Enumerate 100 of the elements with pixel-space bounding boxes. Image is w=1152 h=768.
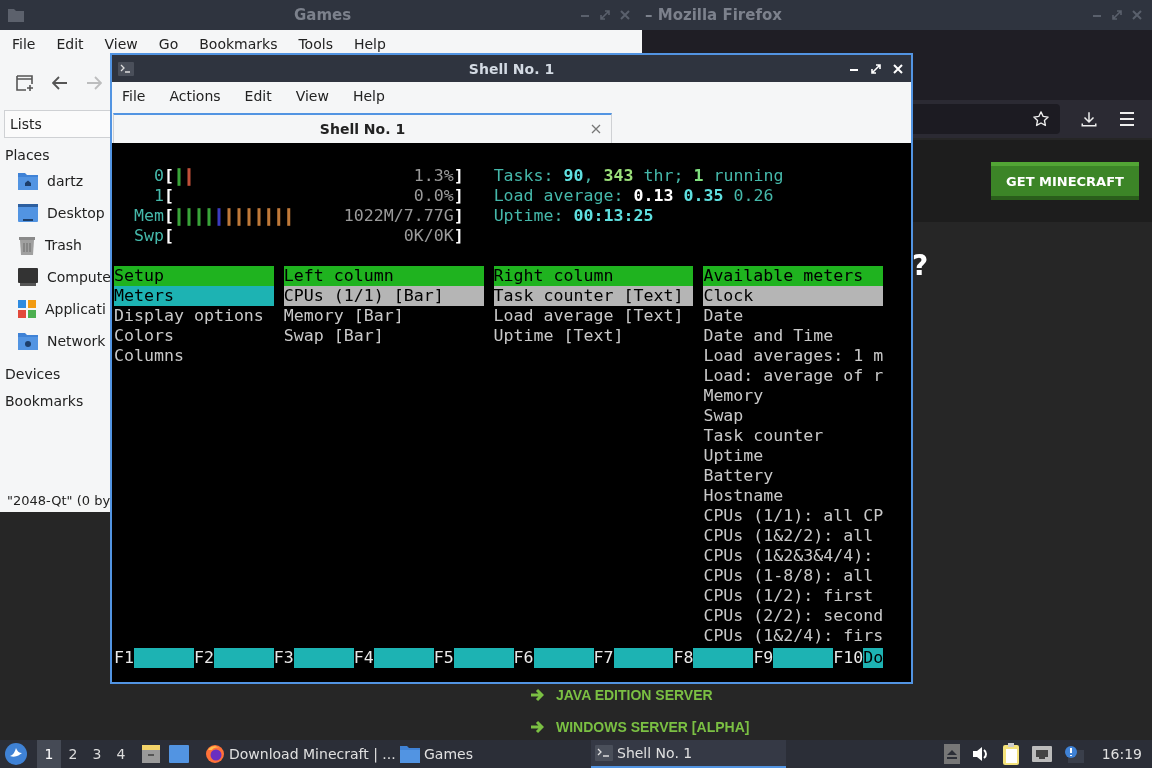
list-item[interactable]: Task counter <box>703 426 884 446</box>
file-cabinet-icon[interactable] <box>141 744 161 764</box>
menu-item[interactable]: Edit <box>56 36 95 52</box>
desktop-folder-icon <box>18 204 38 222</box>
list-item[interactable]: CPUs (1/2): first <box>703 586 884 606</box>
list-item[interactable]: Meters <box>114 286 274 306</box>
workspace-button[interactable]: 2 <box>61 740 85 768</box>
taskbar-task[interactable]: Download Minecraft | ... <box>201 740 396 768</box>
list-item[interactable]: Display options <box>114 306 274 326</box>
home-folder-icon <box>18 172 38 190</box>
place-item[interactable]: Desktop <box>47 205 105 221</box>
list-item[interactable]: CPUs (1/1) [Bar] <box>283 286 484 306</box>
list-item[interactable]: Hostname <box>703 486 884 506</box>
section-header[interactable]: Places <box>5 145 110 165</box>
clock: 16:19 <box>1101 746 1142 762</box>
list-item[interactable]: Uptime [Text] <box>493 326 694 346</box>
status-line: Uptime: 00:13:25 <box>493 206 655 226</box>
list-item[interactable]: Memory <box>703 386 884 406</box>
start-menu-icon[interactable] <box>5 743 27 765</box>
text-meter: 0[|| 1.3%] <box>152 166 464 186</box>
workspace-button[interactable]: 3 <box>85 740 109 768</box>
eject-icon[interactable] <box>943 744 960 764</box>
place-item[interactable]: Applicati <box>45 301 106 317</box>
list-item[interactable]: Swap <box>703 406 884 426</box>
menu-item[interactable]: View <box>104 36 149 52</box>
status-text: "2048-Qt" (0 by <box>6 493 110 510</box>
list-item[interactable]: CPUs (1&2/2): all <box>703 526 884 546</box>
arrow-icon <box>530 720 544 734</box>
list-item[interactable]: Load averages: 1 m <box>703 346 884 366</box>
list-item[interactable]: Date and Time <box>703 326 884 346</box>
menu-item[interactable]: Help <box>352 88 385 104</box>
place-item[interactable]: dartz <box>47 173 84 189</box>
get-minecraft-button[interactable]: GET MINECRAFT <box>991 162 1139 200</box>
workspace-button[interactable]: 1 <box>37 740 61 768</box>
list-item[interactable]: Swap [Bar] <box>283 326 484 346</box>
list-item[interactable]: Columns <box>114 346 274 366</box>
list-item[interactable]: Battery <box>703 466 884 486</box>
menu-item[interactable]: Tools <box>298 36 344 52</box>
menu-item[interactable]: Actions <box>169 88 221 104</box>
applications-icon <box>18 300 36 318</box>
section-header[interactable]: Bookmarks <box>5 391 110 411</box>
network-folder-icon <box>18 332 38 350</box>
notification-icon[interactable] <box>1063 745 1084 763</box>
list-item[interactable]: Load average [Text] <box>493 306 694 326</box>
folder-icon <box>400 745 420 763</box>
list-item[interactable]: CPUs (1/1): all CP <box>703 506 884 526</box>
text-meter: Mem[|||||||||||| 1022M/7.77G] <box>132 206 464 226</box>
menu-item[interactable]: Bookmarks <box>199 36 289 52</box>
menu-item[interactable]: File <box>12 36 47 52</box>
menu-item[interactable]: Go <box>158 36 190 52</box>
menu-item[interactable]: View <box>295 88 329 104</box>
taskbar-task[interactable]: Games <box>396 740 591 768</box>
taskbar-task[interactable]: Shell No. 1 <box>591 740 786 768</box>
section-header[interactable]: Devices <box>5 364 110 384</box>
back-icon[interactable] <box>52 76 68 90</box>
list-item[interactable]: Date <box>703 306 884 326</box>
list-item[interactable]: CPUs (2/2): second <box>703 606 884 626</box>
list-item[interactable]: Task counter [Text] <box>493 286 694 306</box>
panel-header: Available meters <box>703 266 884 286</box>
url-field[interactable] <box>913 104 1060 134</box>
menu-item[interactable]: Help <box>353 36 397 52</box>
place-item[interactable]: Compute <box>47 269 111 285</box>
network-icon[interactable] <box>1031 746 1052 762</box>
status-line: Load average: 0.13 0.35 0.26 <box>493 186 775 206</box>
workspace-button[interactable]: 4 <box>109 740 133 768</box>
new-tab-icon[interactable] <box>16 74 34 92</box>
menu-icon[interactable] <box>1118 111 1136 127</box>
star-icon[interactable] <box>1032 110 1050 128</box>
clipboard-icon[interactable] <box>1001 743 1020 765</box>
terminal-tab[interactable]: Shell No. 1 <box>113 113 612 143</box>
page-heading: ? <box>912 249 929 282</box>
view-selector[interactable]: Lists <box>4 110 110 138</box>
trash-icon <box>18 235 36 255</box>
download-link[interactable]: JAVA EDITION SERVER <box>556 687 713 703</box>
terminal-icon <box>118 61 134 76</box>
list-item[interactable]: Clock <box>703 286 884 306</box>
speaker-icon[interactable] <box>971 746 990 762</box>
list-item[interactable]: Load: average of r <box>703 366 884 386</box>
panel-header: Setup <box>114 266 274 286</box>
window-title: Games <box>294 6 352 24</box>
function-key[interactable]: F10Do <box>833 648 884 668</box>
list-item[interactable]: CPUs (1&2/4): firs <box>703 626 884 646</box>
list-item[interactable]: Colors <box>114 326 274 346</box>
text-meter: 1[ 0.0%] <box>152 186 464 206</box>
place-item[interactable]: Trash <box>45 237 82 253</box>
menu-item[interactable]: Edit <box>244 88 272 104</box>
list-item[interactable]: Uptime <box>703 446 884 466</box>
browser-icon <box>205 744 225 764</box>
panel-header: Right column <box>493 266 694 286</box>
download-link[interactable]: WINDOWS SERVER [ALPHA] <box>556 719 750 735</box>
download-icon[interactable] <box>1080 110 1098 128</box>
arrow-icon <box>530 688 544 702</box>
menu-item[interactable]: File <box>122 88 146 104</box>
status-line: Tasks: 90, 343 thr; 1 running <box>493 166 784 186</box>
text-meter: Swp[ 0K/0K] <box>132 226 464 246</box>
list-item[interactable]: CPUs (1-8/8): all <box>703 566 884 586</box>
place-item[interactable]: Network <box>47 333 106 349</box>
window-title: Shell No. 1 <box>467 60 556 77</box>
list-item[interactable]: Memory [Bar] <box>283 306 484 326</box>
list-item[interactable]: CPUs (1&2&3&4/4): <box>703 546 884 566</box>
